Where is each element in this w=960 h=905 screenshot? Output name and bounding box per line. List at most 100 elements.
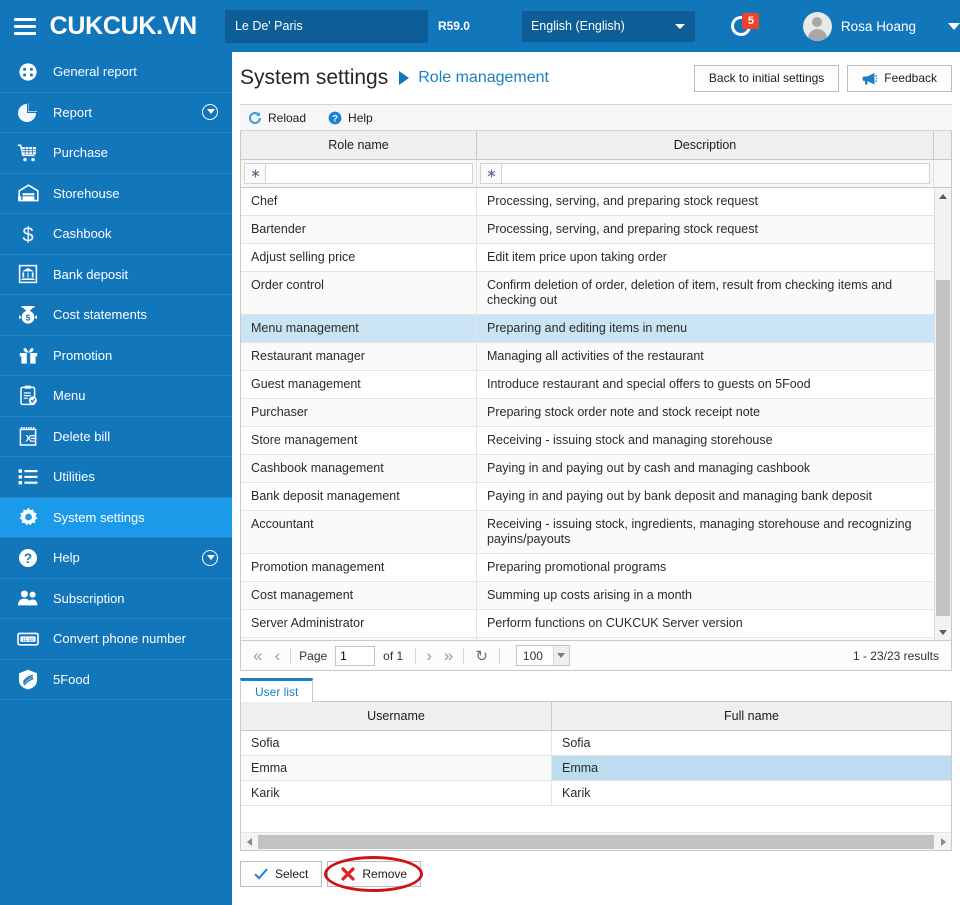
sidebar-item-report[interactable]: Report xyxy=(0,93,232,133)
table-row[interactable]: Karik Karik xyxy=(241,781,951,806)
svg-text:?: ? xyxy=(332,113,338,124)
table-row[interactable]: Cashbook management Paying in and paying … xyxy=(241,455,934,483)
table-row[interactable]: Menu management Preparing and editing ite… xyxy=(241,315,934,343)
sidebar-item-cashbook[interactable]: $ Cashbook xyxy=(0,214,232,255)
filter-operator-description-button[interactable] xyxy=(480,163,502,184)
roles-grid-vertical-scrollbar[interactable] xyxy=(934,188,951,640)
sidebar-item-menu[interactable]: Menu xyxy=(0,376,232,417)
sidebar-item-label: Promotion xyxy=(53,347,113,363)
sidebar-item-utilities[interactable]: Utilities xyxy=(0,457,232,498)
sidebar-item-convert-phone-number[interactable]: 11:10 Convert phone number xyxy=(0,619,232,660)
cell-description: Paying in and paying out by bank deposit… xyxy=(487,489,873,503)
clipboard-check-icon xyxy=(13,385,43,406)
cell-role-name: Server Administrator xyxy=(241,610,477,637)
version-label: R59.0 xyxy=(437,19,470,33)
previous-page-icon[interactable]: ‹ xyxy=(268,647,286,664)
sidebar-item-general-report[interactable]: General report xyxy=(0,52,232,93)
sidebar-item-help[interactable]: ? Help xyxy=(0,538,232,579)
restaurant-name-field[interactable]: Le De' Paris xyxy=(224,9,428,43)
page-size-chevron-down-icon xyxy=(552,646,569,665)
horizontal-scrollbar-thumb[interactable] xyxy=(258,834,934,849)
column-header-full-name[interactable]: Full name xyxy=(552,702,951,730)
table-row[interactable]: Accountant Receiving - issuing stock, ing… xyxy=(241,511,934,554)
reload-button[interactable]: Reload xyxy=(248,111,306,125)
help-label: Help xyxy=(348,110,373,125)
table-row[interactable]: Restaurant manager Managing all activitie… xyxy=(241,343,934,371)
table-row[interactable]: Promotion management Preparing promotiona… xyxy=(241,554,934,582)
sidebar-item-purchase[interactable]: Purchase xyxy=(0,133,232,174)
table-row[interactable]: Chef Processing, serving, and preparing s… xyxy=(241,188,934,216)
sidebar-item-bank-deposit[interactable]: $ Bank deposit xyxy=(0,255,232,295)
user-menu-chevron-down-icon[interactable] xyxy=(947,22,960,30)
table-row[interactable]: Guest management Introduce restaurant and… xyxy=(241,371,934,399)
cell-description: Managing activities of all restaurants i… xyxy=(477,638,934,640)
tab-user-list[interactable]: User list xyxy=(240,678,314,702)
5food-icon xyxy=(13,669,43,690)
roles-grid-body: Chef Processing, serving, and preparing s… xyxy=(241,188,951,640)
help-button[interactable]: ? Help xyxy=(328,111,373,125)
sidebar-item-subscription[interactable]: Subscription xyxy=(0,579,232,619)
sidebar-item-storehouse[interactable]: Storehouse xyxy=(0,174,232,214)
column-header-description[interactable]: Description xyxy=(477,131,934,159)
cell-role-name: Bank deposit management xyxy=(241,483,477,510)
sidebar-item-label: Delete bill xyxy=(53,428,111,444)
sidebar-item-label: General report xyxy=(53,64,137,80)
table-row[interactable]: Order control Confirm deletion of order, … xyxy=(241,272,934,315)
sidebar-item-5food[interactable]: 5Food xyxy=(0,660,232,700)
page-header: System settings Role management Back to … xyxy=(232,52,960,104)
table-row[interactable]: Chain managerManaging activities of all … xyxy=(241,638,934,640)
users-grid-horizontal-scrollbar[interactable] xyxy=(241,833,951,850)
column-header-role-name[interactable]: Role name xyxy=(241,131,477,159)
table-row[interactable]: Adjust selling price Edit item price upon… xyxy=(241,244,934,272)
sidebar-item-cost-statements[interactable]: $ Cost statements xyxy=(0,295,232,336)
table-row[interactable]: Server Administrator Perform functions on… xyxy=(241,610,934,638)
cell-role-name: Menu management xyxy=(241,315,477,342)
avatar xyxy=(802,11,832,41)
table-row[interactable]: Store management Receiving - issuing stoc… xyxy=(241,427,934,455)
breadcrumb-current: Role management xyxy=(418,69,549,86)
remove-button[interactable]: Remove xyxy=(327,861,422,887)
sidebar-item-system-settings[interactable]: System settings xyxy=(0,497,232,538)
chevron-down-icon[interactable] xyxy=(202,104,218,121)
scroll-up-arrow-icon[interactable] xyxy=(935,188,951,204)
sidebar-item-delete-bill[interactable]: X Delete bill xyxy=(0,417,232,457)
back-to-initial-settings-button[interactable]: Back to initial settings xyxy=(693,64,840,92)
page-title: System settings xyxy=(240,66,389,89)
cell-role-name: Adjust selling price xyxy=(241,244,477,271)
table-row[interactable]: Bank deposit management Paying in and pay… xyxy=(241,483,934,511)
table-row[interactable]: Sofia Sofia xyxy=(241,731,951,756)
filter-input-role-name[interactable] xyxy=(266,163,473,184)
page-number-input[interactable] xyxy=(335,645,376,666)
chevron-down-icon[interactable] xyxy=(202,549,218,566)
user-menu[interactable]: Rosa Hoang xyxy=(802,11,960,41)
select-button[interactable]: Select xyxy=(240,861,323,887)
table-row[interactable]: Cost management Summing up costs arising … xyxy=(241,582,934,610)
language-selector[interactable]: English (English) xyxy=(521,10,696,42)
hamburger-menu-icon[interactable] xyxy=(14,14,36,39)
filter-input-description[interactable] xyxy=(502,163,930,184)
column-header-username[interactable]: Username xyxy=(241,702,552,730)
scroll-down-arrow-icon[interactable] xyxy=(935,624,951,640)
gear-icon xyxy=(13,507,43,528)
first-page-icon[interactable]: « xyxy=(247,647,268,664)
scroll-right-arrow-icon[interactable] xyxy=(935,833,951,850)
filter-operator-role-name-button[interactable] xyxy=(244,163,266,184)
scroll-left-arrow-icon[interactable] xyxy=(241,833,257,850)
refresh-icon[interactable]: ↻ xyxy=(468,647,495,665)
cell-description: Processing, serving, and preparing stock… xyxy=(487,222,758,236)
page-size-selector[interactable]: 100 xyxy=(515,645,570,666)
table-row[interactable]: Emma Emma xyxy=(241,756,951,781)
cell-description: Processing, serving, and preparing stock… xyxy=(487,194,758,208)
feedback-button[interactable]: Feedback xyxy=(847,64,952,92)
notifications-button[interactable]: 5 xyxy=(731,13,761,39)
sidebar-item-label: Utilities xyxy=(53,469,95,485)
table-row[interactable]: Purchaser Preparing stock order note and … xyxy=(241,399,934,427)
feedback-button-label: Feedback xyxy=(884,71,937,85)
scrollbar-thumb[interactable] xyxy=(936,280,950,616)
next-page-icon[interactable]: › xyxy=(420,647,438,664)
table-row[interactable]: Bartender Processing, serving, and prepar… xyxy=(241,216,934,244)
cell-full-name: Emma xyxy=(552,756,951,780)
cell-role-name: Guest management xyxy=(241,371,477,398)
last-page-icon[interactable]: » xyxy=(438,647,459,664)
sidebar-item-promotion[interactable]: Promotion xyxy=(0,336,232,376)
